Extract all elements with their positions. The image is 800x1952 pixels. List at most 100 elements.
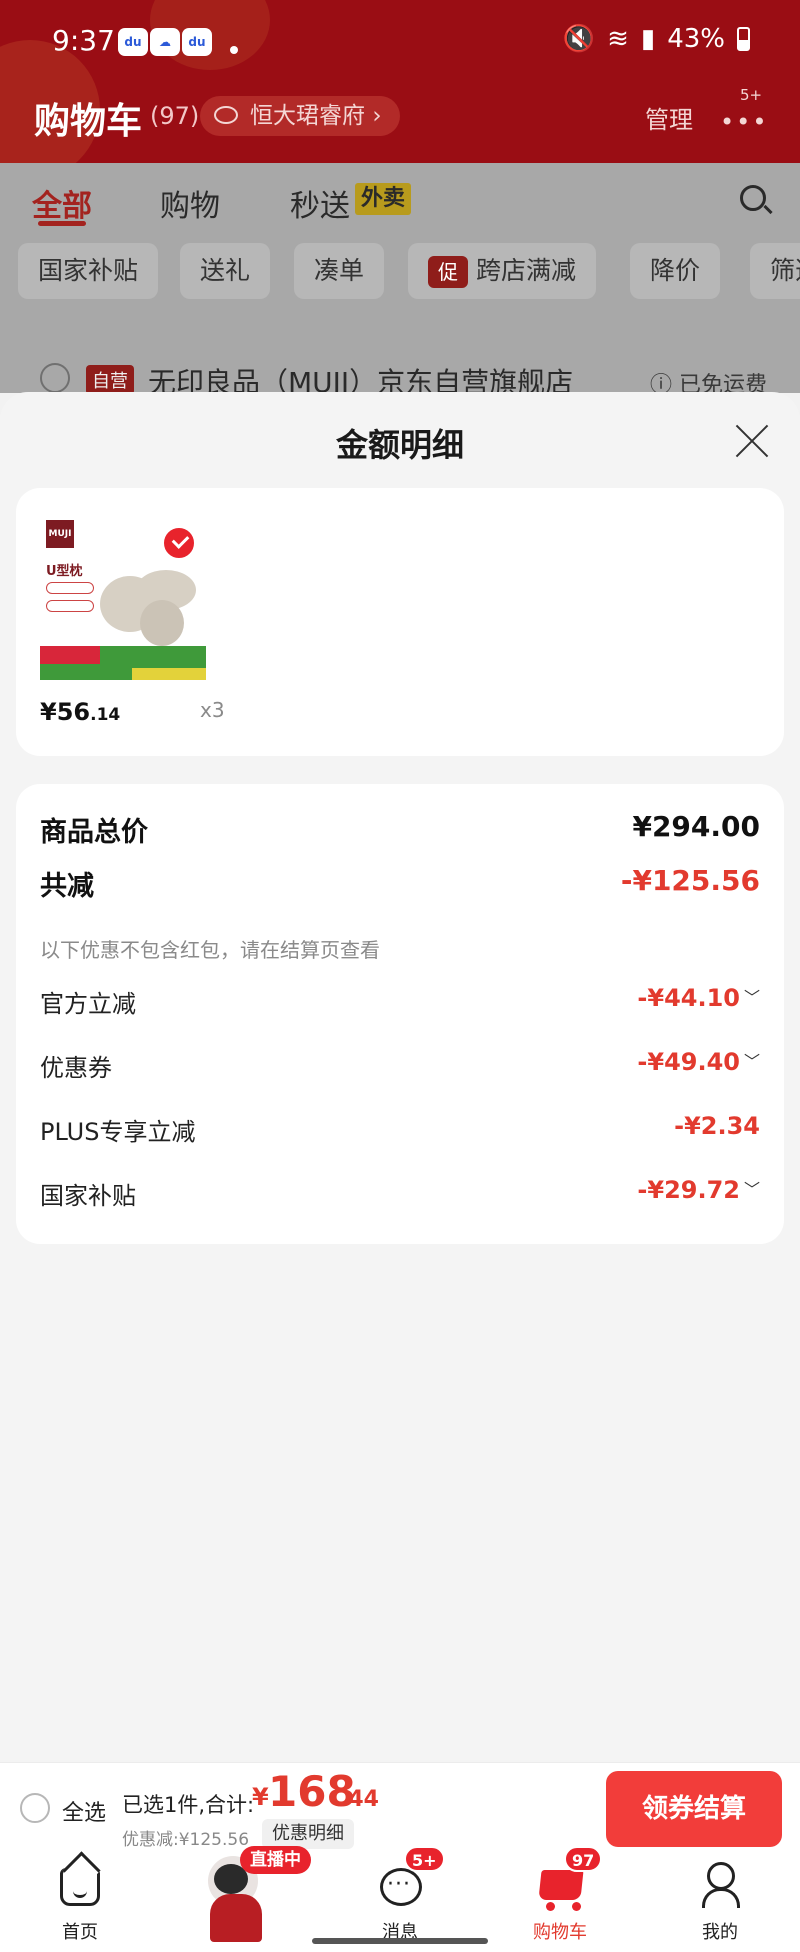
discount-item-coupon[interactable]: 优惠券 -¥49.40 ﹀ [40,1048,760,1084]
wifi-icon: ≋ [607,24,629,54]
total-value: ¥294.00 [632,810,760,843]
tab-all[interactable]: 全部 [32,181,92,225]
discount-value: -¥125.56 [620,864,760,897]
checkout-button[interactable]: 领券结算 [606,1771,782,1847]
total-currency: ¥ [252,1783,269,1811]
address-selector[interactable]: 恒大珺睿府 › [200,96,400,136]
checkout-bar: 全选 已选1件,合计: ¥ 168 .44 优惠减:¥125.56 优惠明细 领… [0,1762,800,1854]
signal-icon: ▮ [640,24,656,54]
product-image-label: U型枕 [46,564,83,579]
waimai-badge: 外卖 [355,183,412,215]
nav-label: 购物车 [533,1922,587,1943]
discount-item-value: -¥49.40 ﹀ [637,1048,760,1076]
cart-wheel [572,1902,581,1911]
eye-icon [214,106,238,124]
live-badge[interactable]: 直播中 [240,1846,311,1874]
discount-item-subsidy[interactable]: 国家补贴 -¥29.72 ﹀ [40,1176,760,1212]
discount-label: 共减 [40,871,94,902]
nav-label: 首页 [62,1922,98,1943]
discount-item-value: -¥44.10 ﹀ [637,984,760,1012]
total-row: 商品总价 ¥294.00 [40,810,760,850]
more-badge: 5+ [740,86,763,104]
chip-price-drop[interactable]: 降价 [630,243,721,299]
price-main: ¥56 [40,698,91,726]
message-badge: 5+ [404,1846,445,1872]
total-label: 商品总价 [40,817,148,848]
message-icon [380,1868,422,1906]
promo-icon: 促 [428,256,468,288]
chip-gift[interactable]: 送礼 [180,243,271,299]
live-avatar [210,1894,262,1942]
home-icon [60,1868,100,1906]
profile-icon-body [702,1888,740,1908]
select-all-radio[interactable] [20,1793,50,1823]
product-quantity: x3 [200,698,225,722]
selected-summary: 已选1件,合计: [122,1793,255,1817]
profile-icon [702,1862,740,1908]
product-price: ¥56.14 [40,698,120,726]
tab-indicator [38,221,86,226]
sheet-title: 金额明细 [335,426,464,464]
search-icon[interactable] [740,185,766,211]
mute-icon: 🔇 [562,24,596,54]
store-select-radio[interactable] [40,363,70,393]
value-text: -¥29.72 [637,1176,740,1204]
discount-item-plus: PLUS专享立减 -¥2.34 [40,1112,760,1148]
discount-item-official[interactable]: 官方立减 -¥44.10 ﹀ [40,984,760,1020]
chevron-down-icon: ﹀ [743,988,760,1007]
status-time: 9:37 [52,24,115,57]
discount-item-value: -¥2.34 [674,1112,760,1140]
chevron-down-icon: ﹀ [743,1180,760,1199]
chip-bundle[interactable]: 凑单 [294,243,385,299]
cart-header-area: 9:37 du ☁ du 🔇 ≋ ▮ 43% 购物车 (97) 恒大珺睿府 › … [0,0,800,163]
selected-check-icon[interactable] [162,526,196,560]
tab-shopping[interactable]: 购物 [160,181,220,225]
total-cents: .44 [340,1787,379,1812]
chevron-down-icon: ﹀ [743,1052,760,1071]
chip-label: 跨店满减 [476,256,577,285]
battery-percent: 43% [667,24,725,54]
value-text: -¥44.10 [637,984,740,1012]
nav-cart[interactable]: 97 购物车 [500,1846,620,1952]
filter-chips: 国家补贴 送礼 凑单 促跨店满减 降价 筛选 [0,243,800,313]
store-row: 自营 无印良品（MUJI）京东自营旗舰店 ⓘ 已免运费 [0,313,800,399]
chip-cross-store[interactable]: 促跨店满减 [408,243,597,299]
muji-logo: MUJI [46,520,74,548]
discount-row: 共减 -¥125.56 [40,864,760,904]
more-icon[interactable]: ••• [720,108,768,136]
baidu-app-icon: du [118,28,148,56]
pillow-illustration [100,570,196,646]
self-operated-tag: 自营 [86,365,134,395]
price-cents: .14 [90,705,121,725]
select-all-label[interactable]: 全选 [62,1795,106,1827]
cart-badge: 97 [564,1846,603,1872]
tab-express[interactable]: 秒送 [290,181,350,225]
nav-profile[interactable]: 我的 [660,1854,780,1952]
address-text: 恒大珺睿府 [250,103,365,129]
discount-detail-button[interactable]: 优惠明细 [262,1819,354,1849]
chip-filter[interactable]: 筛选 [750,243,800,299]
chip-national-subsidy[interactable]: 国家补贴 [18,243,159,299]
discount-item-label: PLUS专享立减 [40,1118,196,1146]
cart-wheel [546,1902,555,1911]
notification-dot [230,46,238,54]
baidu-app-icon: du [182,28,212,56]
status-bar: 9:37 du ☁ du 🔇 ≋ ▮ 43% [0,16,800,66]
amount-detail-sheet: 金额明细 MUJI U型枕 ¥56.14 x3 商品总价 ¥294.00 共减 … [0,392,800,1762]
discount-item-label: 优惠券 [40,1054,112,1082]
close-icon[interactable] [734,422,770,458]
nav-home[interactable]: 首页 [20,1854,140,1952]
cart-tabs: 全部 购物 秒送 外卖 [0,163,800,243]
discount-item-label: 国家补贴 [40,1182,136,1210]
cart-title-bar: 购物车 (97) 恒大珺睿府 › 管理 ••• 5+ [0,86,800,150]
package-band [40,646,100,664]
discount-item-label: 官方立减 [40,990,136,1018]
manage-button[interactable]: 管理 [645,100,693,135]
discount-item-value: -¥29.72 ﹀ [637,1176,760,1204]
home-indicator[interactable] [312,1938,488,1944]
page-title: 购物车 [34,101,143,142]
product-card: MUJI U型枕 ¥56.14 x3 [16,488,784,756]
value-text: -¥49.40 [637,1048,740,1076]
chevron-right-icon: › [372,103,382,129]
cart-icon [538,1870,584,1900]
